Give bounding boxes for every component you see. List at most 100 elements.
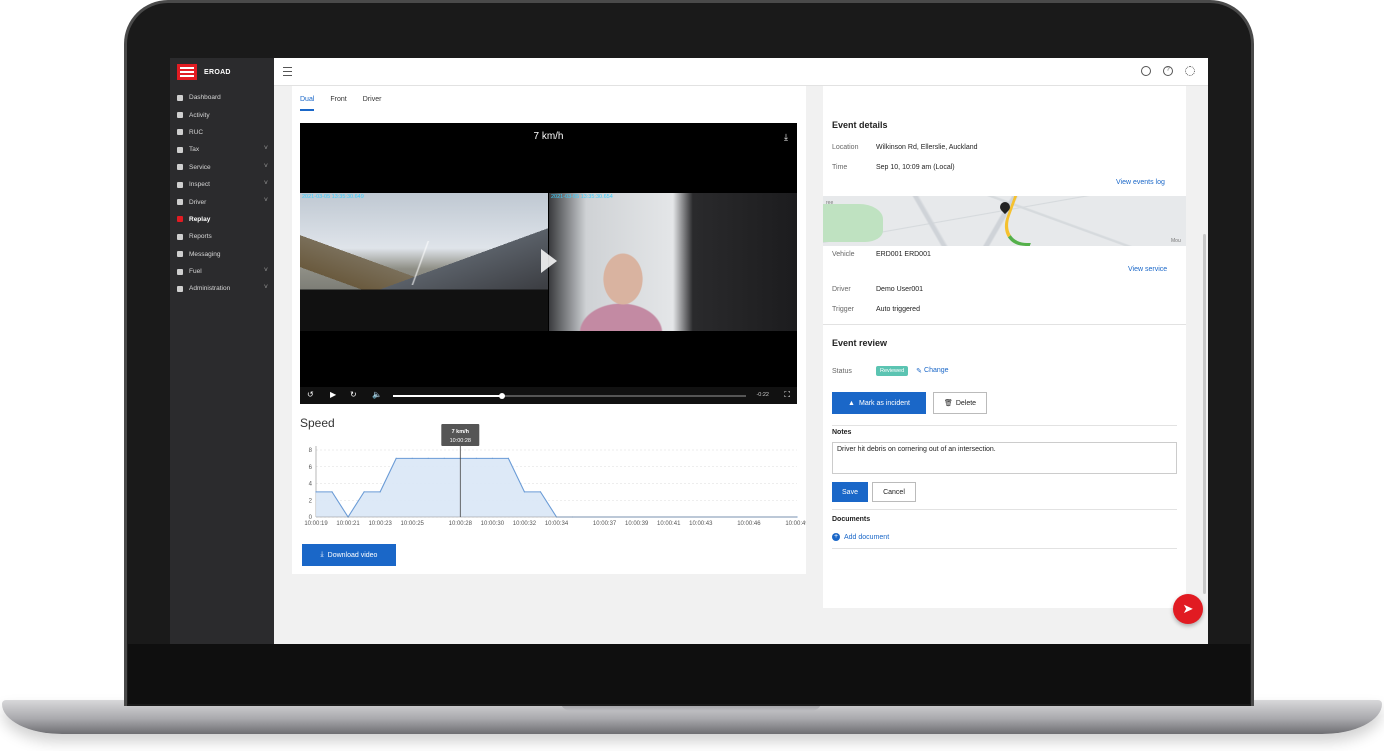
driver-value: Demo User001 — [876, 286, 924, 293]
edit-icon: ✎ — [916, 368, 923, 375]
trigger-row: Trigger Auto triggered — [832, 306, 920, 313]
event-panel: Event details Location Wilkinson Rd, Ell… — [823, 86, 1186, 608]
help-icon[interactable]: ? — [1163, 66, 1173, 76]
sidebar-item-label: Replay — [189, 215, 211, 223]
tab-driver[interactable]: Driver — [363, 96, 382, 111]
speed-chart[interactable]: 0246810:00:19 10:00:21 10:00:23 10:00:25 10:… — [292, 416, 806, 532]
speed-point — [539, 491, 542, 493]
chevron-down-icon[interactable]: ˅ — [264, 284, 268, 291]
trigger-value: Auto triggered — [876, 306, 920, 313]
trigger-key: Trigger — [832, 306, 854, 313]
sidebar-item-service[interactable]: Service ˅ — [170, 159, 274, 176]
sidebar-item-tax[interactable]: Tax ˅ — [170, 141, 274, 158]
download-video-button[interactable]: ⤓ Download video — [302, 544, 396, 566]
y-tick-label: 4 — [309, 482, 313, 488]
notes-divider — [832, 425, 1177, 426]
documents-label: Documents — [832, 516, 871, 523]
play-icon[interactable]: ▶ — [330, 390, 336, 399]
change-status-link[interactable]: ✎ Change — [916, 367, 948, 375]
time-row: Time Sep 10, 10:09 am (Local) — [832, 164, 955, 171]
tab-dual[interactable]: Dual — [300, 96, 315, 111]
sidebar-item-replay[interactable]: Replay — [170, 211, 274, 228]
video-tabs: Dual Front Driver — [300, 96, 381, 111]
settings-icon[interactable] — [1185, 66, 1195, 76]
sidebar-item-inspect[interactable]: Inspect ˅ — [170, 176, 274, 193]
notes-field[interactable]: Driver hit debris on cornering out of an… — [832, 442, 1177, 474]
driver-key: Driver — [832, 286, 851, 293]
x-tick-label: 10:00:21 — [336, 521, 360, 527]
app-screen: EROAD Dashboard Activity RUC Tax ˅ Service ˅ In… — [170, 58, 1208, 644]
front-camera-feed[interactable]: 2021-03-05 13:35:30.649 — [300, 193, 548, 331]
sidebar-item-ruc[interactable]: RUC — [170, 124, 274, 141]
replay-card: Dual Front Driver 7 km/h ⤓ 2021-03-05 13… — [292, 86, 806, 574]
y-tick-label: 8 — [309, 448, 313, 454]
screen-bezel — [128, 644, 1250, 704]
speed-point — [363, 491, 365, 493]
chevron-down-icon[interactable]: ˅ — [264, 197, 268, 204]
sidebar-item-label: Messaging — [189, 250, 221, 258]
delete-button[interactable]: 🗑 Delete — [933, 392, 987, 414]
chevron-down-icon[interactable]: ˅ — [264, 163, 268, 170]
chevron-down-icon[interactable]: ˅ — [264, 267, 268, 274]
documents-divider — [832, 509, 1177, 510]
sidebar-item-administration[interactable]: Administration ˅ — [170, 280, 274, 297]
sidebar-item-reports[interactable]: Reports — [170, 228, 274, 245]
fuel-icon — [177, 268, 183, 275]
event-details-title: Event details — [832, 120, 888, 130]
download-icon: ⤓ — [320, 551, 324, 558]
video-progress-knob[interactable] — [499, 393, 506, 399]
event-map[interactable]: ree Mou — [823, 196, 1186, 246]
fullscreen-icon[interactable]: ⛶ — [784, 390, 790, 400]
x-tick-label: 10:00:19 — [304, 521, 328, 527]
view-events-log-link[interactable]: View events log — [1116, 179, 1165, 186]
save-button[interactable]: Save — [832, 482, 868, 502]
eroad-logo-icon — [177, 64, 197, 80]
driver-row: Driver Demo User001 — [832, 286, 923, 293]
status-key: Status — [832, 367, 852, 375]
assistant-fab-button[interactable]: ➤ — [1173, 594, 1203, 624]
messaging-icon — [177, 251, 183, 258]
vehicle-key: Vehicle — [832, 251, 855, 258]
sidebar-item-driver[interactable]: Driver ˅ — [170, 193, 274, 210]
play-overlay-icon[interactable] — [541, 249, 557, 273]
driver-camera-feed[interactable]: 2021-03-05 13:35:30.654 — [549, 193, 797, 331]
chat-icon[interactable] — [1141, 66, 1151, 76]
vehicle-row: Vehicle ERD001 ERD001 — [832, 251, 931, 258]
tooltip-speed: 7 km/h — [452, 429, 470, 435]
cancel-button[interactable]: Cancel — [872, 482, 916, 502]
add-document-link[interactable]: + Add document — [832, 533, 889, 541]
download-icon[interactable]: ⤓ — [784, 132, 788, 143]
trash-icon: 🗑 — [943, 400, 953, 407]
activity-icon — [177, 112, 183, 119]
x-tick-label: 10:00:23 — [368, 521, 392, 527]
change-label: Change — [924, 367, 949, 374]
chevron-down-icon[interactable]: ˅ — [264, 145, 268, 152]
chevron-down-icon[interactable]: ˅ — [264, 180, 268, 187]
sidebar-item-fuel[interactable]: Fuel ˅ — [170, 263, 274, 280]
x-tick-label: 10:00:25 — [401, 521, 425, 527]
rewind-icon[interactable]: ↺ — [307, 390, 314, 399]
x-tick-label: 10:00:32 — [513, 521, 537, 527]
y-tick-label: 2 — [309, 498, 313, 504]
speed-point — [475, 457, 477, 459]
ruc-icon — [177, 129, 183, 136]
sidebar-item-label: Dashboard — [189, 94, 221, 102]
video-player[interactable]: 7 km/h ⤓ 2021-03-05 13:35:30.649 2021-03… — [300, 123, 797, 404]
volume-icon[interactable]: 🔈 — [372, 390, 382, 399]
sidebar-item-messaging[interactable]: Messaging — [170, 246, 274, 263]
time-value: Sep 10, 10:09 am (Local) — [876, 164, 955, 171]
hamburger-icon[interactable] — [283, 67, 292, 76]
mark-as-incident-button[interactable]: ▲ Mark as incident — [832, 392, 926, 414]
sidebar-item-activity[interactable]: Activity — [170, 106, 274, 123]
view-service-link[interactable]: View service — [1128, 266, 1167, 273]
x-tick-label: 10:00:30 — [481, 521, 505, 527]
bottom-divider — [832, 548, 1177, 549]
brand[interactable]: EROAD — [170, 58, 274, 86]
tab-front[interactable]: Front — [330, 96, 346, 111]
x-tick-label: 10:00:41 — [657, 521, 681, 527]
sidebar-item-dashboard[interactable]: Dashboard — [170, 89, 274, 106]
video-progress-bar[interactable] — [393, 393, 746, 399]
forward-icon[interactable]: ↻ — [350, 390, 357, 399]
page-scrollbar[interactable] — [1203, 234, 1206, 594]
brand-name: EROAD — [204, 68, 231, 76]
